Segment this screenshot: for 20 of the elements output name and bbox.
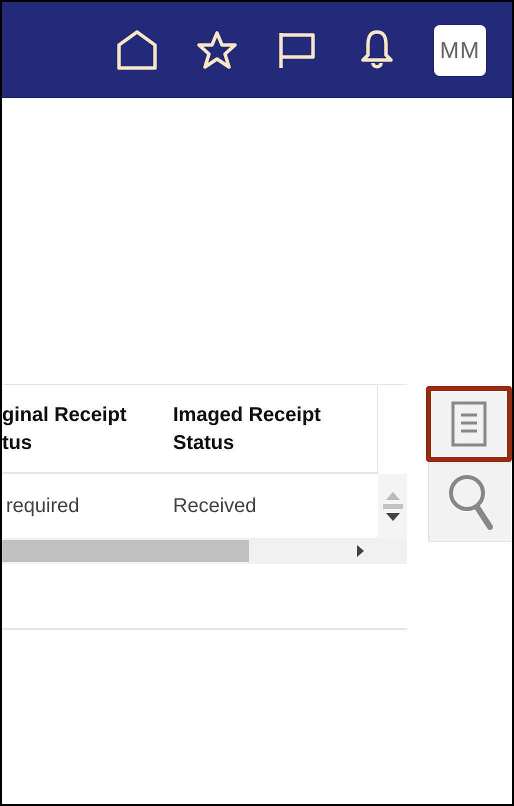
table-cell-text: Received: [172, 494, 258, 518]
column-header: ginal Receipt: [2, 402, 128, 428]
column-header: Status: [173, 430, 236, 456]
scroll-down-arrow-icon[interactable]: [386, 512, 400, 520]
search-tool-button[interactable]: [428, 462, 512, 542]
home-icon: [116, 29, 158, 71]
document-icon: [451, 401, 487, 447]
table-cell-text: required: [5, 494, 80, 518]
document-tool-button[interactable]: [426, 386, 512, 462]
scroll-right-arrow-icon[interactable]: [357, 545, 364, 557]
column-header: Imaged Receipt: [173, 402, 322, 428]
vertical-scrollbar[interactable]: [378, 474, 407, 538]
user-avatar[interactable]: MM: [434, 24, 486, 76]
scroll-thumb[interactable]: [382, 504, 402, 508]
star-icon: [196, 30, 238, 70]
flag-icon: [278, 30, 316, 70]
horizontal-scrollbar[interactable]: [2, 538, 407, 564]
bell-icon: [359, 29, 395, 71]
search-icon: [448, 474, 494, 530]
column-header: tus: [2, 430, 33, 456]
